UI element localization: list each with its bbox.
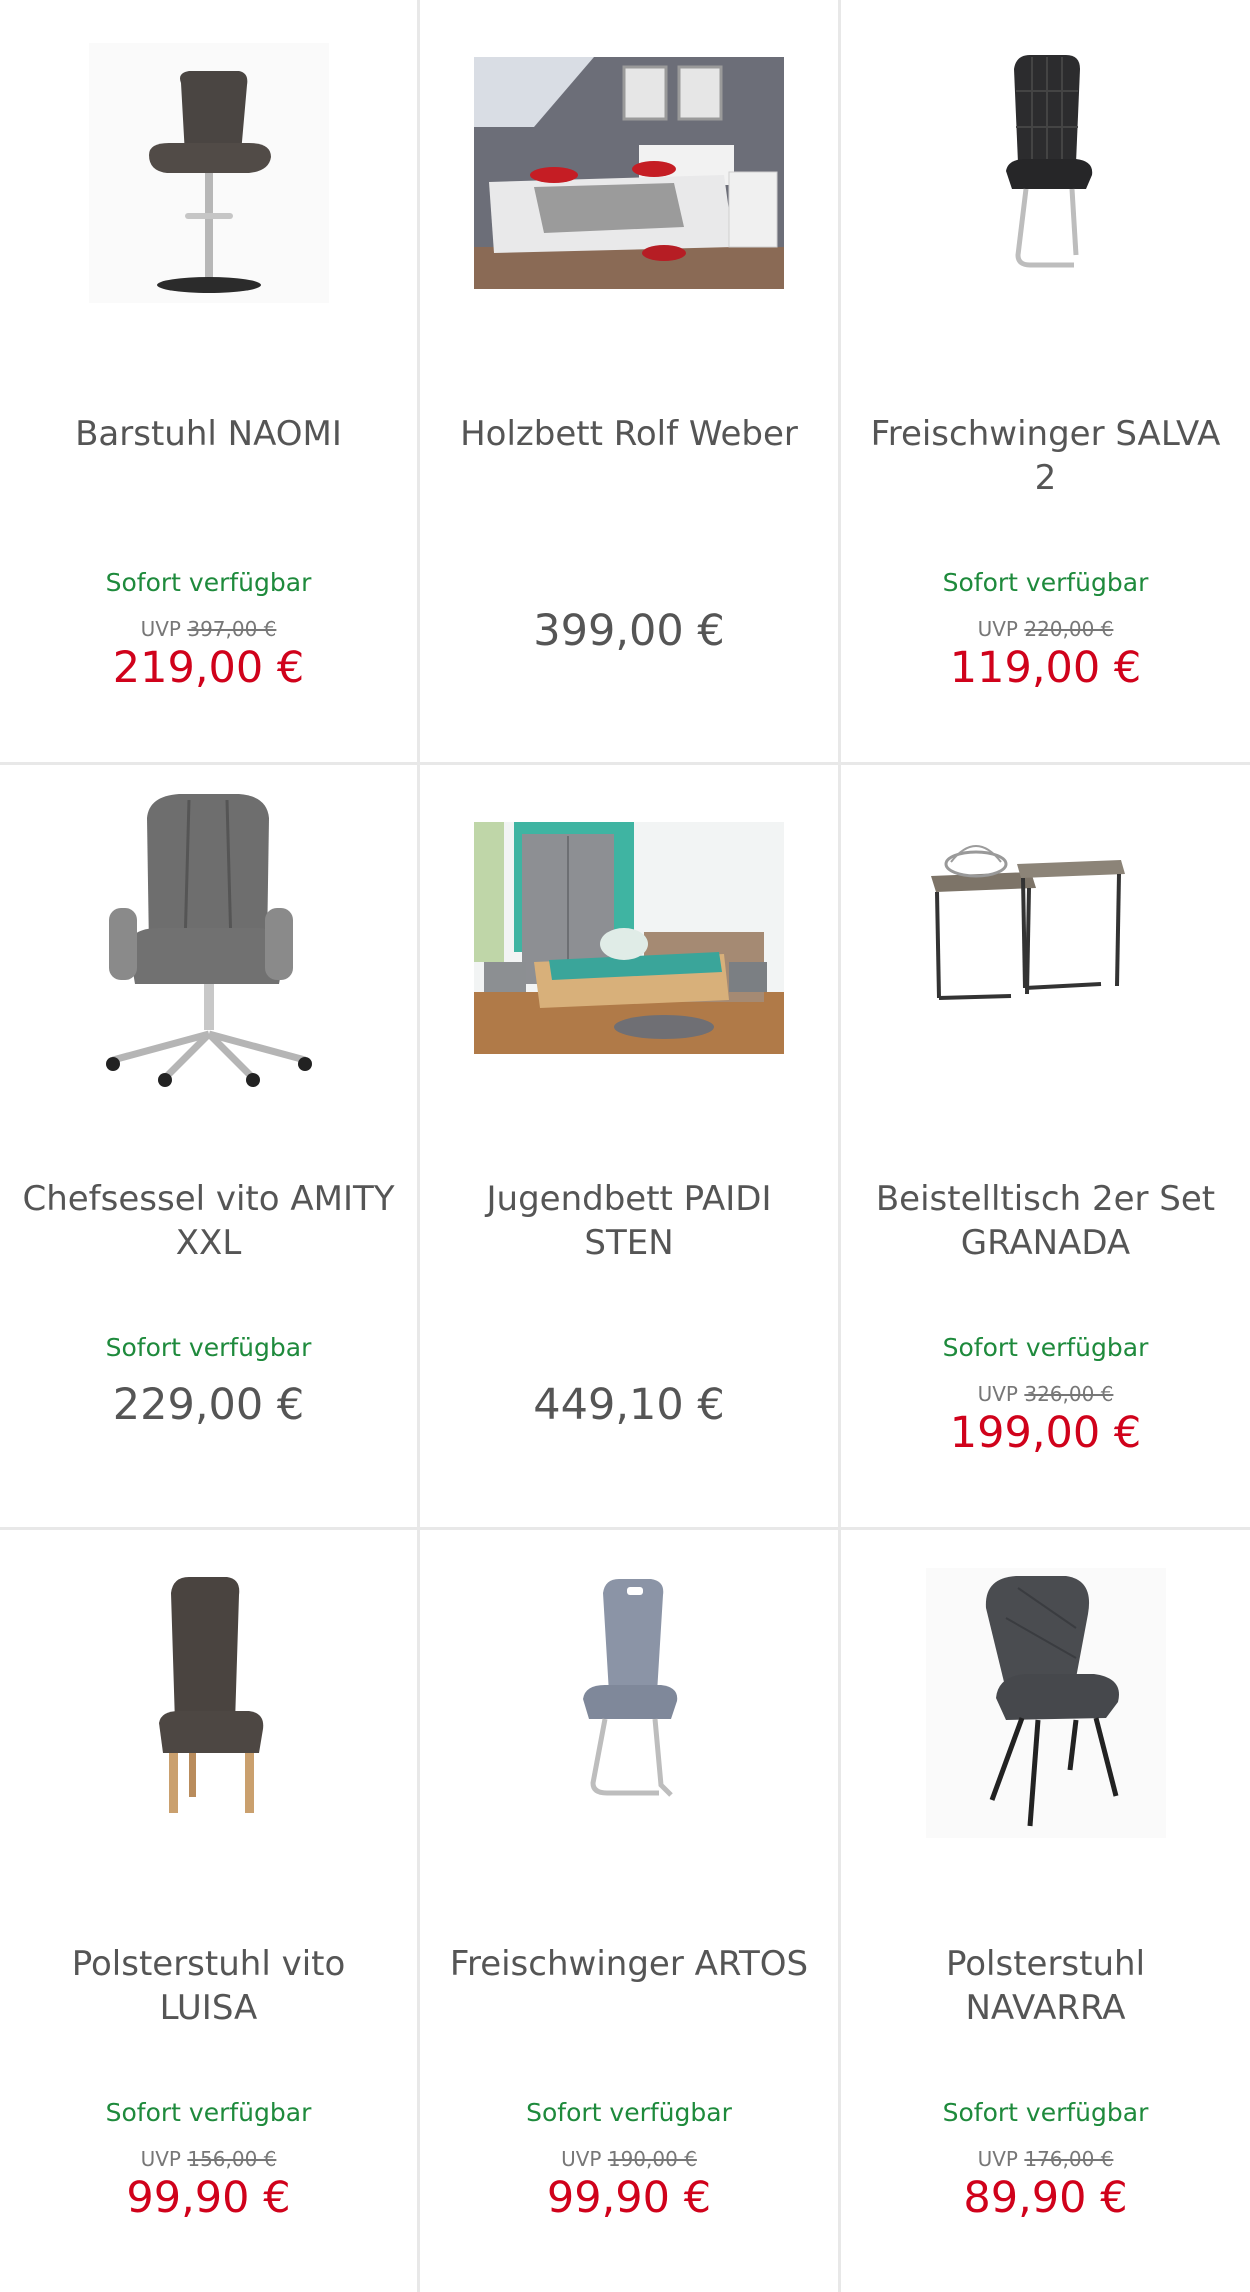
sale-price: 119,00 € (949, 643, 1142, 693)
product-grid: Barstuhl NAOMI Sofort verfügbar UVP 397,… (0, 0, 1250, 2292)
bar-stool-image[interactable] (54, 28, 364, 318)
uvp-old-price: 176,00 € (1024, 2147, 1114, 2171)
sale-price: 89,90 € (963, 2173, 1128, 2223)
side-table-set-image[interactable] (891, 793, 1201, 1083)
uvp-label: UVP (977, 617, 1018, 641)
uvp-old-price: 397,00 € (187, 617, 277, 641)
uvp-old-price: 220,00 € (1024, 617, 1114, 641)
availability-status: Sofort verfügbar (105, 1333, 312, 1362)
product-title[interactable]: Jugendbett PAIDI STEN (440, 1177, 818, 1265)
product-title[interactable]: Freischwinger SALVA 2 (861, 412, 1230, 500)
availability-status: Sofort verfügbar (942, 2098, 1149, 2127)
product-card-polsterstuhl-vito-luisa[interactable]: Polsterstuhl vito LUISA Sofort verfügbar… (0, 1530, 417, 2292)
uvp-label: UVP (561, 2147, 602, 2171)
regular-price: 399,00 € (533, 606, 725, 656)
uvp-line: UVP 156,00 € (0, 2147, 417, 2171)
uvp-old-price: 156,00 € (187, 2147, 277, 2171)
product-card-holzbett-rolf-weber[interactable]: Holzbett Rolf Weber 399,00 € (420, 0, 838, 762)
product-card-jugendbett-paidi-sten[interactable]: Jugendbett PAIDI STEN 449,10 € (420, 765, 838, 1527)
uvp-label: UVP (140, 617, 181, 641)
sale-price: 99,90 € (546, 2173, 712, 2223)
product-card-freischwinger-salva-2[interactable]: Freischwinger SALVA 2 Sofort verfügbar U… (841, 0, 1250, 762)
product-title[interactable]: Polsterstuhl vito LUISA (20, 1942, 397, 2030)
product-card-beistelltisch-2er-set-granada[interactable]: Beistelltisch 2er Set GRANADA Sofort ver… (841, 765, 1250, 1527)
youth-bed-image[interactable] (474, 793, 784, 1083)
regular-price: 449,10 € (533, 1380, 725, 1430)
availability-status: Sofort verfügbar (942, 568, 1149, 597)
uvp-label: UVP (977, 2147, 1018, 2171)
product-card-polsterstuhl-navarra[interactable]: Polsterstuhl NAVARRA Sofort verfügbar UV… (841, 1530, 1250, 2292)
uvp-line: UVP 220,00 € (841, 617, 1250, 641)
product-title[interactable]: Polsterstuhl NAVARRA (861, 1942, 1230, 2030)
uvp-label: UVP (140, 2147, 181, 2171)
uvp-old-price: 326,00 € (1024, 1382, 1114, 1406)
wooden-bed-image[interactable] (474, 28, 784, 318)
availability-status: Sofort verfügbar (105, 2098, 312, 2127)
sale-price: 99,90 € (126, 2173, 291, 2223)
product-title[interactable]: Barstuhl NAOMI (20, 412, 397, 456)
sale-price: 199,00 € (949, 1408, 1142, 1458)
cantilever-chair-grey-image[interactable] (474, 1558, 784, 1848)
product-title[interactable]: Freischwinger ARTOS (440, 1942, 818, 1986)
uvp-old-price: 190,00 € (607, 2147, 697, 2171)
office-chair-image[interactable] (54, 788, 364, 1088)
product-title[interactable]: Holzbett Rolf Weber (440, 412, 818, 456)
product-card-freischwinger-artos[interactable]: Freischwinger ARTOS Sofort verfügbar UVP… (420, 1530, 838, 2292)
product-card-chefsessel-vito-amity-xxl[interactable]: Chefsessel vito AMITY XXL Sofort verfügb… (0, 765, 417, 1527)
product-title[interactable]: Chefsessel vito AMITY XXL (20, 1177, 397, 1265)
cantilever-chair-image[interactable] (891, 28, 1201, 318)
dining-chair-image[interactable] (891, 1558, 1201, 1848)
regular-price: 229,00 € (112, 1380, 305, 1430)
uvp-line: UVP 397,00 € (0, 617, 417, 641)
uvp-line: UVP 326,00 € (841, 1382, 1250, 1406)
uvp-line: UVP 190,00 € (420, 2147, 838, 2171)
uvp-line: UVP 176,00 € (841, 2147, 1250, 2171)
availability-status: Sofort verfügbar (105, 568, 312, 597)
product-title[interactable]: Beistelltisch 2er Set GRANADA (861, 1177, 1230, 1265)
product-card-barstuhl-naomi[interactable]: Barstuhl NAOMI Sofort verfügbar UVP 397,… (0, 0, 417, 762)
upholstered-chair-image[interactable] (54, 1558, 364, 1848)
uvp-label: UVP (977, 1382, 1018, 1406)
availability-status: Sofort verfügbar (942, 1333, 1149, 1362)
availability-status: Sofort verfügbar (526, 2098, 732, 2127)
sale-price: 219,00 € (112, 643, 305, 693)
